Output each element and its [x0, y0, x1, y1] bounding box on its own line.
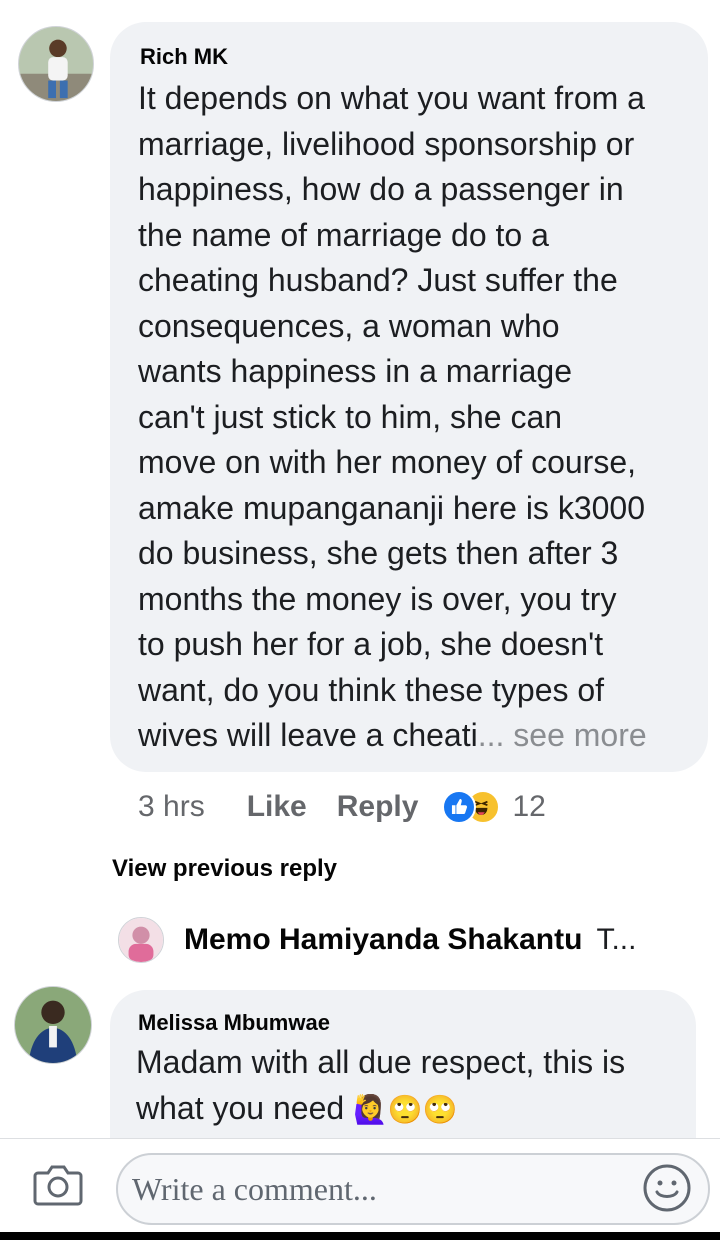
- avatar-photo: [119, 918, 163, 962]
- comment-line: happiness, how do a passenger in: [138, 171, 624, 207]
- comment-text: It depends on what you want from a marri…: [138, 76, 698, 759]
- comment-line: want, do you think these types of: [138, 671, 605, 708]
- reply-line: Madam with all due respect, this is: [136, 1044, 626, 1080]
- reply-button[interactable]: Reply: [337, 790, 419, 824]
- view-previous-reply-link[interactable]: View previous reply: [112, 855, 337, 883]
- comment-composer: Write a comment...: [0, 1138, 720, 1240]
- comment-bubble: Rich MK It depends on what you want from…: [110, 22, 708, 772]
- comment-last-line: wives will leave a cheati: [138, 717, 478, 753]
- reply-author-name[interactable]: Memo Hamiyanda Shakantu: [184, 923, 582, 957]
- avatar-photo: [15, 987, 91, 1063]
- comment-line: marriage, livelihood sponsorship or: [138, 125, 635, 162]
- reply-text: Madam with all due respect, this is what…: [136, 1040, 692, 1132]
- thumbs-up-icon: [442, 790, 477, 824]
- avatar-rich-mk[interactable]: [18, 26, 94, 102]
- camera-icon[interactable]: [32, 1161, 84, 1207]
- comment-line: do business, she gets then after 3: [138, 535, 619, 571]
- reply-line: what you need 🙋‍♀️🙄🙄: [136, 1086, 692, 1133]
- comment-input[interactable]: Write a comment...: [116, 1153, 710, 1225]
- avatar-memo[interactable]: [118, 917, 164, 963]
- emoji-icon[interactable]: [642, 1163, 692, 1213]
- bottom-edge: [0, 1232, 720, 1240]
- comment-line: to push her for a job, she doesn't: [138, 626, 604, 662]
- reply-preview-text: T...: [596, 923, 637, 956]
- reply-author[interactable]: Melissa Mbumwae: [138, 1010, 330, 1036]
- comment-line: can't just stick to him, she can: [138, 398, 563, 435]
- comment-actions: 3 hrs Like Reply 12: [138, 785, 546, 829]
- avatar-melissa[interactable]: [14, 986, 92, 1064]
- comment-line: move on with her money of course,: [138, 444, 637, 480]
- emoji-sequence: 🙋‍♀️🙄🙄: [353, 1093, 458, 1125]
- avatar-photo: [19, 27, 93, 101]
- comment-time[interactable]: 3 hrs: [138, 790, 205, 824]
- reactions[interactable]: [442, 790, 501, 824]
- comment-line: It depends on what you want from a: [138, 80, 645, 116]
- comment-line: the name of marriage do to a: [138, 216, 549, 253]
- comment-line: months the money is over, you try: [138, 580, 617, 617]
- comment-line: amake mupangananji here is k3000: [138, 489, 645, 526]
- reply-preview-row[interactable]: Memo Hamiyanda Shakantu T...: [118, 912, 698, 968]
- comment-line: cheating husband? Just suffer the: [138, 262, 618, 298]
- reaction-count: 12: [512, 790, 546, 823]
- reply-bubble: Melissa Mbumwae Madam with all due respe…: [110, 990, 696, 1150]
- like-button[interactable]: Like: [247, 790, 307, 824]
- comment-line: wants happiness in a marriage: [138, 353, 573, 389]
- reply-line-text: what you need: [136, 1089, 345, 1126]
- comment-author[interactable]: Rich MK: [140, 44, 228, 70]
- comment-line: consequences, a woman who: [138, 307, 560, 344]
- comment-line: wives will leave a cheati... see more: [138, 713, 698, 759]
- see-more-link[interactable]: ... see more: [478, 717, 647, 753]
